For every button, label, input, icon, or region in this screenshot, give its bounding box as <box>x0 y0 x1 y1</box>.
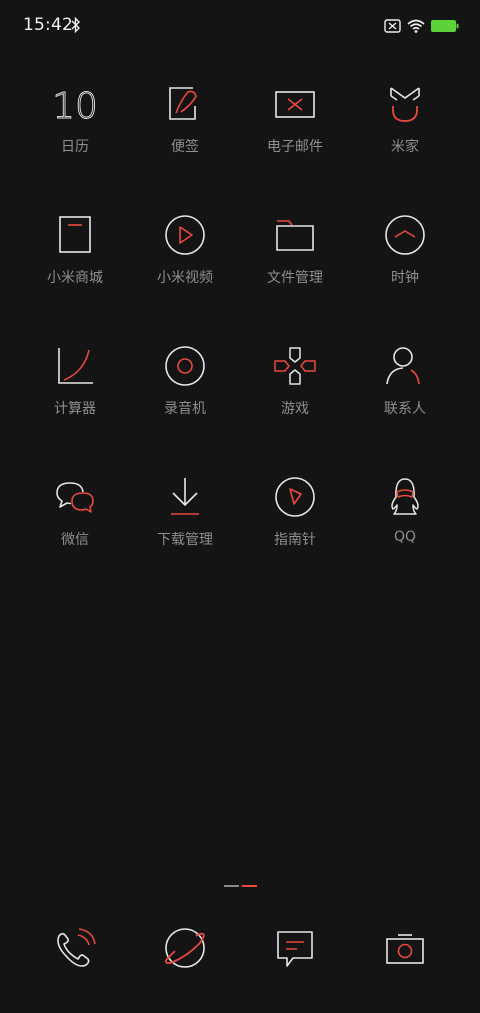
app-label: 小米商城 <box>47 270 103 286</box>
app-notes[interactable]: 便签 <box>130 82 240 156</box>
app-qq[interactable]: QQ <box>350 475 460 545</box>
app-label: 计算器 <box>54 401 96 417</box>
app-label: 米家 <box>391 139 419 155</box>
mijia-icon <box>390 87 420 122</box>
clock-icon <box>385 215 425 255</box>
app-label: 游戏 <box>281 401 309 417</box>
app-contacts[interactable]: 联系人 <box>350 344 460 418</box>
app-download-manager[interactable]: 下载管理 <box>130 475 240 549</box>
app-label: 日历 <box>61 139 89 155</box>
calendar-icon: 10 <box>53 86 97 126</box>
app-label: QQ <box>393 529 417 545</box>
app-calculator[interactable]: 计算器 <box>20 344 130 418</box>
dock-browser[interactable] <box>163 926 207 970</box>
app-compass[interactable]: 指南针 <box>240 475 350 549</box>
app-label: 下载管理 <box>157 532 213 548</box>
app-label: 时钟 <box>391 270 419 286</box>
app-calendar[interactable]: 10 日历 <box>20 82 130 156</box>
app-clock[interactable]: 时钟 <box>350 213 460 287</box>
app-mi-video[interactable]: 小米视频 <box>130 213 240 287</box>
folder-icon <box>276 220 314 251</box>
notes-icon <box>169 87 197 120</box>
status-time: 15:42 <box>23 15 73 35</box>
browser-icon <box>164 928 205 968</box>
dock <box>0 926 480 972</box>
app-label: 小米视频 <box>157 270 213 286</box>
qq-icon <box>391 478 419 515</box>
bluetooth-icon <box>71 16 81 38</box>
page-dot-1[interactable] <box>224 885 239 887</box>
app-label: 便签 <box>171 139 199 155</box>
app-mijia[interactable]: 米家 <box>350 82 460 156</box>
battery-icon <box>431 20 459 32</box>
app-mi-store[interactable]: 小米商城 <box>20 213 130 287</box>
mi-video-icon <box>165 215 205 255</box>
app-file-manager[interactable]: 文件管理 <box>240 213 350 287</box>
compass-icon <box>275 477 315 517</box>
email-icon <box>275 91 315 118</box>
page-dot-2[interactable] <box>242 885 257 887</box>
contacts-icon <box>386 347 420 385</box>
wechat-icon <box>56 482 94 513</box>
page-indicator[interactable] <box>224 873 258 892</box>
app-label: 微信 <box>61 532 89 548</box>
download-icon <box>171 478 199 515</box>
messages-icon <box>277 931 313 967</box>
app-label: 电子邮件 <box>267 139 323 155</box>
recorder-icon <box>165 346 205 386</box>
app-label: 录音机 <box>164 401 206 417</box>
app-label: 指南针 <box>274 532 316 548</box>
app-label: 联系人 <box>384 401 426 417</box>
app-email[interactable]: 电子邮件 <box>240 82 350 156</box>
gamepad-icon <box>274 347 316 385</box>
dock-messages[interactable] <box>273 926 317 970</box>
calculator-icon <box>58 348 93 384</box>
app-label: 文件管理 <box>267 270 323 286</box>
app-recorder[interactable]: 录音机 <box>130 344 240 418</box>
mi-store-icon <box>59 216 91 253</box>
app-wechat[interactable]: 微信 <box>20 475 130 549</box>
status-icons <box>384 17 460 35</box>
dock-camera[interactable] <box>383 926 427 970</box>
camera-icon <box>386 934 424 964</box>
calendar-day-number: 10 <box>53 86 97 126</box>
app-games[interactable]: 游戏 <box>240 344 350 418</box>
status-bar: 15:42 <box>0 0 480 52</box>
sim-absent-icon <box>384 19 401 33</box>
wifi-icon <box>407 19 425 33</box>
dock-phone[interactable] <box>53 926 97 970</box>
phone-icon <box>57 928 96 967</box>
